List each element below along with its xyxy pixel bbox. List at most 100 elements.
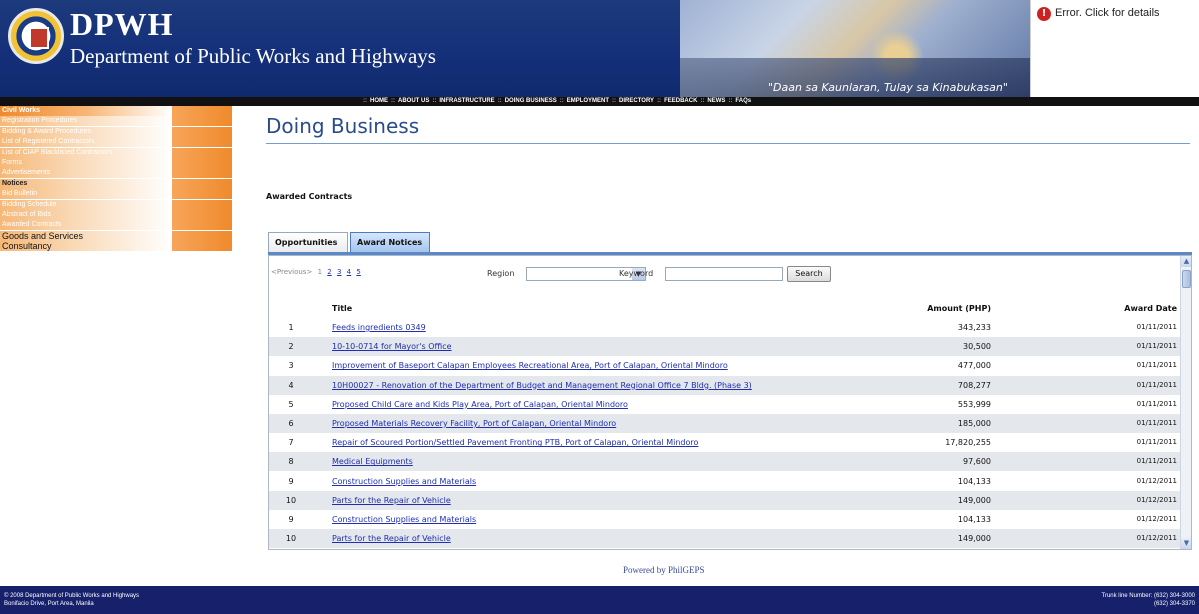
row-amount: 343,233 bbox=[957, 323, 991, 332]
nav-separator: :: bbox=[391, 98, 395, 104]
row-title-link[interactable]: Construction Supplies and Materials bbox=[332, 515, 476, 524]
banner-quote: "Daan sa Kaunlaran, Tulay sa Kinabukasan… bbox=[768, 81, 1008, 94]
sidebar-item-label: Goods and Services bbox=[2, 230, 84, 241]
sidebar: Civil Works Registration Procedures Biddin… bbox=[0, 106, 232, 301]
row-number: 9 bbox=[288, 515, 294, 524]
sidebar-item-label: Bidding & Award Procedures bbox=[2, 127, 91, 135]
sidebar-item-bidding-schedule[interactable]: Bidding Schedule bbox=[0, 199, 232, 210]
sidebar-item-abstract-of-bids[interactable]: Abstract of Bids bbox=[0, 210, 232, 220]
nav-link-feedback[interactable]: FEEDBACK bbox=[664, 98, 697, 104]
scroll-thumb[interactable] bbox=[1182, 270, 1191, 288]
sidebar-item-forms[interactable]: Forms bbox=[0, 158, 232, 168]
sidebar-item-label: Civil Works bbox=[2, 107, 40, 114]
sidebar-item-notices[interactable]: Notices bbox=[0, 178, 232, 189]
logo-emblem-icon bbox=[29, 27, 49, 49]
nav-link-news[interactable]: NEWS bbox=[707, 98, 725, 104]
row-amount: 30,500 bbox=[963, 342, 991, 352]
tab-award-notices[interactable]: Award Notices bbox=[350, 232, 430, 254]
search-button[interactable]: Search bbox=[787, 266, 831, 282]
sidebar-item-bidding-award-procedures[interactable]: Bidding & Award Procedures bbox=[0, 126, 232, 137]
sidebar-item-consultancy[interactable]: Consultancy bbox=[0, 241, 232, 252]
scroll-up-icon[interactable]: ▲ bbox=[1181, 256, 1191, 267]
row-title-link[interactable]: 10-10-0714 for Mayor's Office bbox=[332, 342, 452, 351]
scroll-down-icon[interactable]: ▼ bbox=[1181, 538, 1191, 549]
header-brand-area: DPWH Department of Public Works and High… bbox=[0, 0, 680, 97]
region-label: Region bbox=[487, 269, 515, 278]
nav-link-home[interactable]: HOME bbox=[370, 98, 388, 104]
pager: <Previous> 1 2 3 4 5 bbox=[271, 268, 361, 276]
tab-opportunities[interactable]: Opportunities bbox=[268, 232, 348, 254]
pager-current: 1 bbox=[317, 268, 323, 276]
nav-separator: :: bbox=[559, 98, 564, 104]
sidebar-orange-block bbox=[172, 147, 232, 158]
sidebar-item-label: Advertisements bbox=[2, 169, 51, 177]
footer-copyright: © 2008 Department of Public Works and Hi… bbox=[4, 593, 140, 599]
row-title-link[interactable]: Construction Supplies and Materials bbox=[332, 477, 476, 486]
nav-links: :: HOME:: ABOUT US:: INFRASTRUCTURE:: DOING … bbox=[360, 97, 751, 106]
pager-page-link[interactable]: 4 bbox=[347, 268, 351, 276]
nav-link-employment[interactable]: EMPLOYMENT bbox=[567, 98, 609, 104]
header-banner-image: "Daan sa Kaunlaran, Tulay sa Kinabukasan… bbox=[680, 0, 1030, 97]
error-icon[interactable]: ! bbox=[1037, 7, 1051, 21]
row-award-date: 01/12/2011 bbox=[1136, 534, 1177, 543]
keyword-label: Keyword bbox=[619, 269, 654, 278]
sidebar-orange-block bbox=[172, 189, 232, 200]
row-amount: 553,999 bbox=[957, 399, 991, 409]
row-title-link[interactable]: Medical Equipments bbox=[332, 457, 413, 466]
nav-separator: :: bbox=[363, 98, 367, 104]
row-title-link[interactable]: 10H00027 - Renovation of the Department … bbox=[332, 381, 752, 390]
table-row: 7 Repair of Scoured Portion/Settled Pavem… bbox=[269, 433, 1181, 453]
table-row: 9 Construction Supplies and Materials 104,… bbox=[269, 510, 1181, 529]
sidebar-item-bid-bulletin[interactable]: Bid Bulletin bbox=[0, 189, 232, 200]
sidebar-item-advertisements[interactable]: Advertisements bbox=[0, 168, 232, 179]
nav-separator: :: bbox=[497, 98, 502, 104]
table-row: 9 Construction Supplies and Materials 104,… bbox=[269, 471, 1181, 491]
sidebar-item-label: List of CIAP Blacklisted Contractors bbox=[2, 148, 113, 156]
nav-separator: :: bbox=[700, 98, 705, 104]
header: DPWH Department of Public Works and High… bbox=[0, 0, 1199, 100]
sidebar-item-list-of-ciap-blacklisted-contractors[interactable]: List of CIAP Blacklisted Contractors bbox=[0, 147, 232, 158]
pager-page-link[interactable]: 2 bbox=[327, 268, 331, 276]
pager-page-link[interactable]: 5 bbox=[356, 268, 360, 276]
table-row: 4 10H00027 - Renovation of the Department… bbox=[269, 375, 1181, 395]
table-row: 5 Proposed Child Care and Kids Play Area,… bbox=[269, 394, 1181, 414]
sidebar-item-label: Bidding Schedule bbox=[2, 200, 57, 208]
sidebar-item-background bbox=[0, 158, 172, 168]
row-title-link[interactable]: Parts for the Repair of Vehicle bbox=[332, 496, 451, 505]
sidebar-orange-block bbox=[172, 210, 232, 220]
sidebar-item-civil-works[interactable]: Civil Works bbox=[0, 106, 232, 116]
nav-link-about-us[interactable]: ABOUT US bbox=[398, 98, 429, 104]
sidebar-item-label: Consultancy bbox=[2, 241, 52, 252]
nav-link-infrastructure[interactable]: INFRASTRUCTURE bbox=[439, 98, 494, 104]
row-title-link[interactable]: Proposed Child Care and Kids Play Area, … bbox=[332, 400, 628, 409]
row-number: 10 bbox=[285, 534, 297, 544]
footer-contact: Trunk line Number: (632) 304-3000 (632) … bbox=[1102, 592, 1196, 608]
dpwh-logo[interactable] bbox=[8, 8, 64, 64]
row-title-link[interactable]: Proposed Materials Recovery Facility, Po… bbox=[332, 419, 616, 428]
sidebar-item-label: Forms bbox=[2, 159, 22, 166]
keyword-input[interactable] bbox=[665, 267, 783, 281]
vertical-scrollbar[interactable]: ▲ ▼ bbox=[1180, 256, 1191, 549]
sidebar-item-registration-procedures[interactable]: Registration Procedures bbox=[0, 116, 232, 127]
row-amount: 97,600 bbox=[963, 457, 991, 467]
sidebar-item-awarded-contracts[interactable]: Awarded Contracts bbox=[0, 220, 232, 231]
powered-by-link[interactable]: Powered by PhilGEPS bbox=[623, 565, 705, 575]
pager-page-link[interactable]: 3 bbox=[337, 268, 341, 276]
row-number: 3 bbox=[288, 361, 294, 371]
error-message[interactable]: Error. Click for details bbox=[1055, 7, 1160, 19]
sidebar-item-list-of-registered-contractors[interactable]: List of Registered Contractors bbox=[0, 137, 232, 148]
nav-link-faqs[interactable]: FAQs bbox=[735, 98, 751, 104]
row-award-date: 01/12/2011 bbox=[1136, 495, 1177, 504]
nav-link-doing-business[interactable]: DOING BUSINESS bbox=[505, 98, 557, 104]
row-title-link[interactable]: Repair of Scoured Portion/Settled Paveme… bbox=[332, 438, 698, 447]
top-navigation: :: HOME:: ABOUT US:: INFRASTRUCTURE:: DOING … bbox=[0, 97, 1199, 106]
row-title-link[interactable]: Improvement of Baseport Calapan Employee… bbox=[332, 361, 728, 370]
row-title-link[interactable]: Feeds ingredients 0349 bbox=[332, 323, 426, 332]
brand-title: DPWH bbox=[70, 6, 174, 42]
sidebar-orange-block bbox=[172, 116, 232, 127]
nav-link-directory[interactable]: DIRECTORY bbox=[619, 98, 654, 104]
nav-separator: :: bbox=[612, 98, 617, 104]
row-title-link[interactable]: Parts for the Repair of Vehicle bbox=[332, 534, 451, 543]
pager-previous[interactable]: <Previous> bbox=[271, 268, 312, 276]
sidebar-item-goods-and-services[interactable]: Goods and Services bbox=[0, 230, 232, 241]
